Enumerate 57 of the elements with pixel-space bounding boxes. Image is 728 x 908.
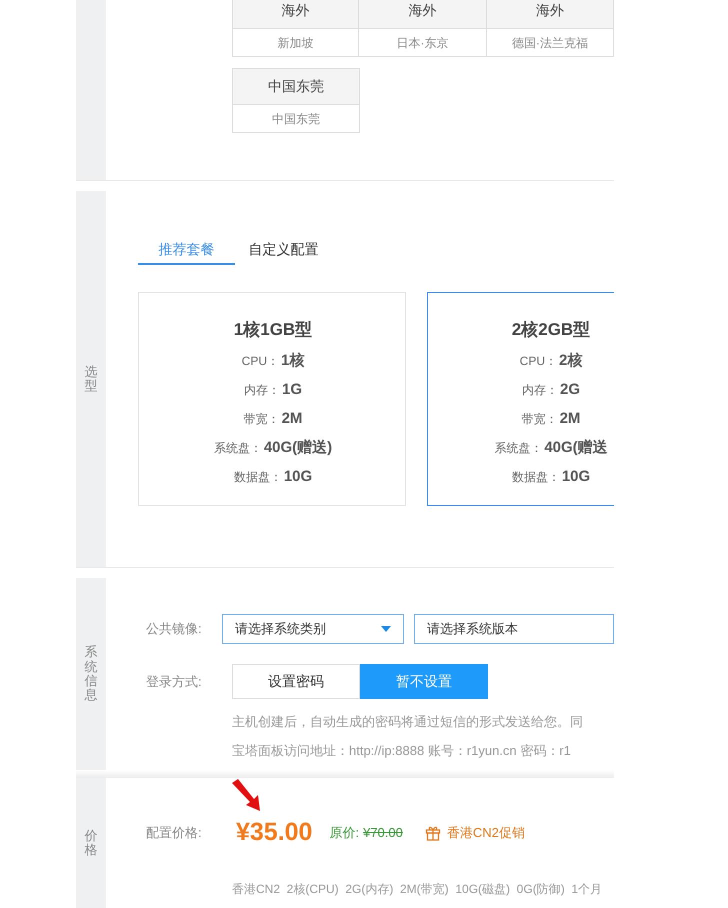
- field-label: 登录方式:: [146, 672, 203, 691]
- region-header: 中国东莞: [233, 69, 359, 105]
- select-placeholder: 请选择系统类别: [235, 620, 326, 638]
- select-field[interactable]: 请选择系统类别: [222, 614, 404, 644]
- plan-title: 1核1GB型: [234, 319, 312, 341]
- spec-value: 10G: [562, 466, 590, 487]
- arrow-icon: [232, 779, 262, 811]
- spec-value: 40G(赠送: [544, 438, 608, 458]
- login-option[interactable]: 设置密码: [232, 664, 360, 699]
- section-label: 系统信息: [84, 645, 98, 703]
- spec-value: 2M: [282, 408, 302, 429]
- spec-label: 系统盘：: [214, 440, 262, 457]
- plan-card[interactable]: 2核2GB型 CPU：2核 内存：2G 带宽：2M 系统盘：40G(赠送 数据盘：10G: [427, 292, 614, 506]
- section-label: 选型: [84, 364, 98, 394]
- hint-text: 宝塔面板访问地址：http://ip:8888 账号：r1yun.cn 密码：r1: [232, 742, 572, 760]
- section-label: 价格: [84, 828, 98, 858]
- spec-label: 内存：: [244, 382, 280, 399]
- plan-card[interactable]: 1核1GB型 CPU：1核 内存：1G 带宽：2M 系统盘：40G(赠送) 数据盘：10G: [138, 292, 406, 506]
- price-value: ¥35.00: [236, 817, 312, 848]
- spec-value: 2G: [560, 380, 580, 400]
- spec-label: 内存：: [522, 382, 558, 399]
- plan-title: 2核2GB型: [512, 319, 590, 341]
- spec-value: 10G: [284, 466, 312, 487]
- spec-label: 数据盘：: [512, 469, 560, 486]
- spec-label: CPU：: [520, 353, 557, 370]
- spec-value: 1核: [281, 350, 304, 371]
- region-card[interactable]: 海外 德国·法兰克福: [486, 0, 614, 57]
- config-summary: 香港CN2 2核(CPU) 2G(内存) 2M(带宽) 10G(磁盘) 0G(防御) 1个月: [232, 880, 604, 898]
- spec-value: 2核: [559, 350, 582, 371]
- region-header: 海外: [359, 0, 486, 29]
- region-name: 新加坡: [276, 34, 315, 52]
- spec-label: 系统盘：: [494, 440, 542, 457]
- select-placeholder: 请选择系统版本: [427, 620, 518, 638]
- original-price: ¥70.00: [363, 824, 403, 842]
- field-label: 配置价格:: [146, 824, 203, 842]
- region-name: 德国·法兰克福: [510, 34, 589, 52]
- spec-label: 数据盘：: [234, 469, 282, 486]
- region-card[interactable]: 海外 日本·东京: [359, 0, 487, 57]
- caret-icon: [381, 626, 391, 632]
- hint-text: 主机创建后，自动生成的密码将通过短信的形式发送给您。同: [232, 713, 584, 731]
- region-header: 海外: [233, 0, 358, 29]
- spec-value: 2M: [560, 408, 580, 429]
- original-price-label: 原价:: [329, 824, 360, 842]
- region-name: 中国东莞: [271, 110, 321, 128]
- spec-value: 40G(赠送): [264, 438, 332, 458]
- region-card[interactable]: 中国东莞 中国东莞: [232, 68, 360, 133]
- spec-label: 带宽：: [244, 411, 280, 428]
- gift-icon: [424, 824, 441, 841]
- plan-tab[interactable]: 自定义配置: [235, 235, 332, 265]
- spec-value: 1G: [282, 380, 302, 400]
- spec-label: CPU：: [242, 353, 279, 370]
- region-header: 海外: [486, 0, 613, 29]
- select-field[interactable]: 请选择系统版本: [414, 614, 614, 644]
- field-label: 公共镜像:: [146, 620, 203, 638]
- region-card[interactable]: 海外 新加坡: [232, 0, 360, 57]
- spec-label: 带宽：: [522, 411, 558, 428]
- region-name: 日本·东京: [396, 34, 450, 52]
